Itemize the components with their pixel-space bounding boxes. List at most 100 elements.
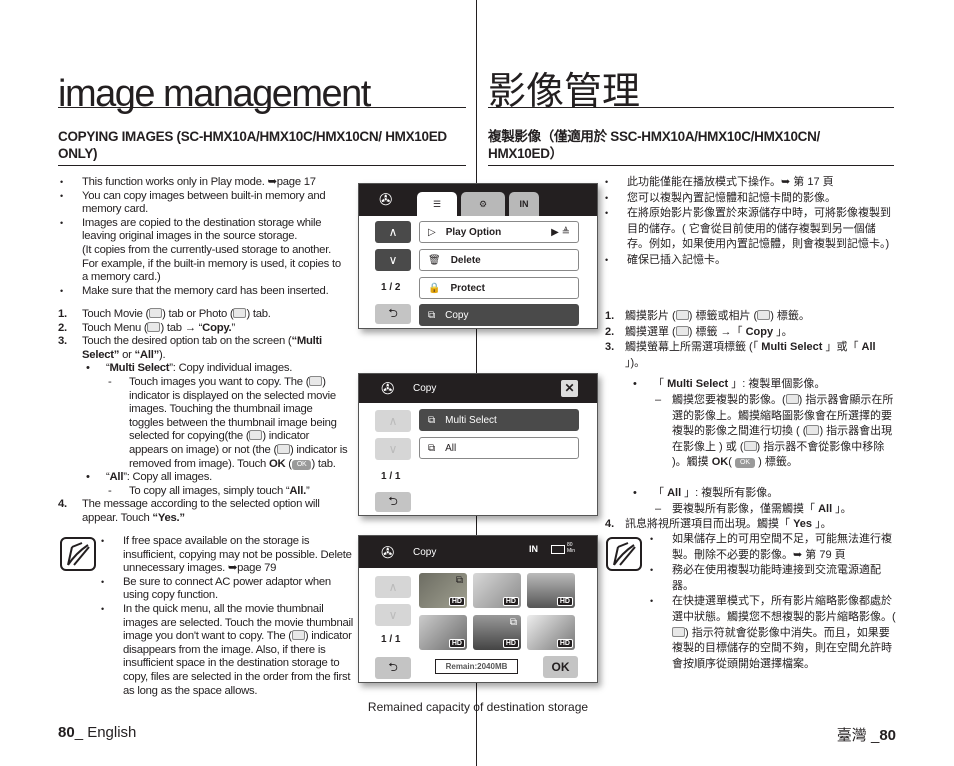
copy-indicator-icon (785, 393, 799, 404)
movie-mode-icon[interactable]: ✇ (379, 190, 392, 210)
top-bar: ✇ Copy ✕ (359, 374, 597, 403)
battery-icon (551, 545, 565, 554)
bullet-text: Images are copied to the destination sto… (82, 216, 322, 243)
section-heading-en: COPYING IMAGES (SC-HMX10A/HMX10C/HMX10CN… (58, 129, 447, 161)
top-bar: ✇ Copy IN 80 Min (359, 536, 597, 568)
menu-tab[interactable]: ☰ (417, 192, 457, 216)
step-number: 1. (605, 310, 615, 322)
hd-badge: HD (502, 639, 519, 648)
copy-indicator-icon (291, 630, 305, 641)
bullet-text: Make sure that the memory card has been … (82, 284, 329, 297)
text: ) tab. (311, 457, 336, 470)
option-multi-select[interactable]: ⧉ Multi Select (419, 409, 579, 431)
close-button[interactable]: ✕ (561, 380, 578, 397)
page-number: 80 (58, 724, 75, 741)
option-all[interactable]: ⧉ All (419, 437, 579, 459)
ok-badge: OK (291, 459, 312, 470)
storage-tab[interactable]: IN (509, 192, 539, 216)
bullet-mark: • (86, 362, 90, 375)
note-text: 務必在使用複製功能時連接到交流電源適配器。 (672, 564, 881, 592)
text: Touch images you want to copy. The ( (129, 375, 310, 388)
ok-button[interactable]: OK (543, 656, 578, 678)
menu-item-play-option[interactable]: ▷ Play Option ▶ ≜ (419, 221, 579, 243)
bullet: 在將原始影片影像置於來源儲存中時，可將影像複製到目的儲存。( 它會從目前使用的儲… (603, 206, 895, 253)
label: Multi Select (445, 414, 497, 426)
text: All (109, 471, 124, 484)
menu-item-copy[interactable]: ⧉ Copy (419, 304, 579, 326)
footer-label: _ English (74, 724, 137, 741)
page-title-en: image management (58, 73, 371, 115)
text: Copy (745, 325, 774, 338)
scroll-down-button[interactable]: ∨ (375, 438, 411, 460)
notes-zh: 如果儲存上的可用空間不足，可能無法進行複製。刪除不必要的影像。➥ 第 79 頁 … (648, 532, 896, 672)
text: 」。 (832, 502, 852, 515)
back-button[interactable]: ⮌ (375, 657, 411, 679)
trash-icon: 🗑 (428, 254, 441, 266)
copy-icon: ⧉ (428, 309, 436, 321)
note-text: Be sure to connect AC power adaptor when… (123, 575, 331, 602)
intro-bullets-zh: 此功能僅能在播放模式下操作。➥ 第 17 頁 您可以複製內置記憶體和記憶卡間的影… (603, 175, 895, 269)
screenshot-caption: Remained capacity of destination storage (367, 700, 589, 714)
back-button[interactable]: ⮌ (375, 492, 411, 512)
text: All (667, 486, 682, 499)
thumbnail[interactable]: HD (527, 615, 575, 650)
note: 務必在使用複製功能時連接到交流電源適配器。 (648, 563, 896, 594)
intro-bullets-en: This function works only in Play mode. ➥… (58, 176, 348, 298)
text: All (818, 502, 833, 515)
heading-underline (488, 165, 894, 166)
text: 觸摸選單 ( (625, 325, 676, 338)
bullet-text: This function works only in Play mode. ➥… (82, 176, 316, 188)
text: Multi Select (667, 378, 729, 391)
scroll-down-button[interactable]: ∨ (375, 604, 411, 626)
bullet-text: 您可以複製內置記憶體和記憶卡間的影像。 (627, 191, 836, 204)
bullet-text: 確保已插入記憶卡。 (627, 253, 726, 266)
all-detail: – 要複製所有影像，僅需觸摸「 All 」。 (605, 502, 897, 518)
all-item: • “All”: Copy all images. (58, 471, 348, 485)
scroll-up-button[interactable]: ∧ (375, 576, 411, 598)
text: Touch Menu ( (82, 321, 148, 334)
note: If free space available on the storage i… (99, 535, 355, 576)
section-heading-zh: 複製影像（僅適用於 SSC-HMX10A/HMX10C/HMX10CN/ HMX… (488, 129, 820, 161)
thumbnail[interactable]: HD (473, 573, 521, 608)
dash-mark: - (108, 375, 112, 388)
hd-badge: HD (502, 597, 519, 606)
multi-select-item: • “Multi Select”: Copy individual images. (58, 362, 348, 376)
remaining-capacity: Remain:2040MB (435, 659, 518, 674)
text: ” (231, 321, 235, 334)
menu-icon (147, 321, 161, 332)
thumbnail[interactable]: ⧉ HD (419, 573, 467, 608)
menu-item-protect[interactable]: 🔒 Protect (419, 277, 579, 299)
step-3: 3. Touch the desired option tab on the sc… (58, 335, 348, 362)
multi-select-icon: ⧉ (428, 414, 436, 426)
thumbnail[interactable]: HD (527, 573, 575, 608)
title-underline (58, 107, 466, 108)
hd-badge: HD (448, 597, 465, 606)
text: Multi Select (761, 341, 823, 354)
text: All (861, 341, 876, 354)
copy-indicator-icon: ⧉ (509, 617, 517, 628)
storage-indicator: IN (529, 544, 538, 554)
settings-tab[interactable]: ⚙ (461, 192, 505, 216)
copy-all-icon: ⧉ (428, 442, 436, 454)
footer-zh: 臺灣 _80 (837, 724, 896, 745)
note: In the quick menu, all the movie thumbna… (99, 603, 355, 698)
scroll-down-button[interactable]: ∨ (375, 249, 411, 271)
text: The message according to the selected op… (82, 498, 320, 524)
scroll-up-button[interactable]: ∧ (375, 410, 411, 432)
scroll-up-button[interactable]: ∧ (375, 221, 411, 243)
note-text: ) 指示符就會從影像中消失。而且，如果要複製的目標儲存的空間不夠，則在空間允許時… (672, 626, 892, 670)
photo-icon (233, 308, 247, 318)
menu-item-delete[interactable]: 🗑 Delete (419, 249, 579, 271)
note: Be sure to connect AC power adaptor when… (99, 576, 355, 603)
thumbnail[interactable]: ⧉ HD (473, 615, 521, 650)
bullet-mark: • (633, 378, 637, 391)
back-button[interactable]: ⮌ (375, 304, 411, 324)
step-2: 2. 觸摸選單 () 標籤 →「 Copy 」。 (605, 325, 897, 341)
movie-mode-icon: ✇ (381, 545, 395, 562)
text: All. (289, 484, 306, 497)
thumbnail[interactable]: HD (419, 615, 467, 650)
notes-en: If free space available on the storage i… (99, 535, 355, 698)
text: OK (711, 456, 729, 469)
text: Touch Movie ( (82, 308, 150, 320)
text: 」或「 (822, 341, 862, 354)
